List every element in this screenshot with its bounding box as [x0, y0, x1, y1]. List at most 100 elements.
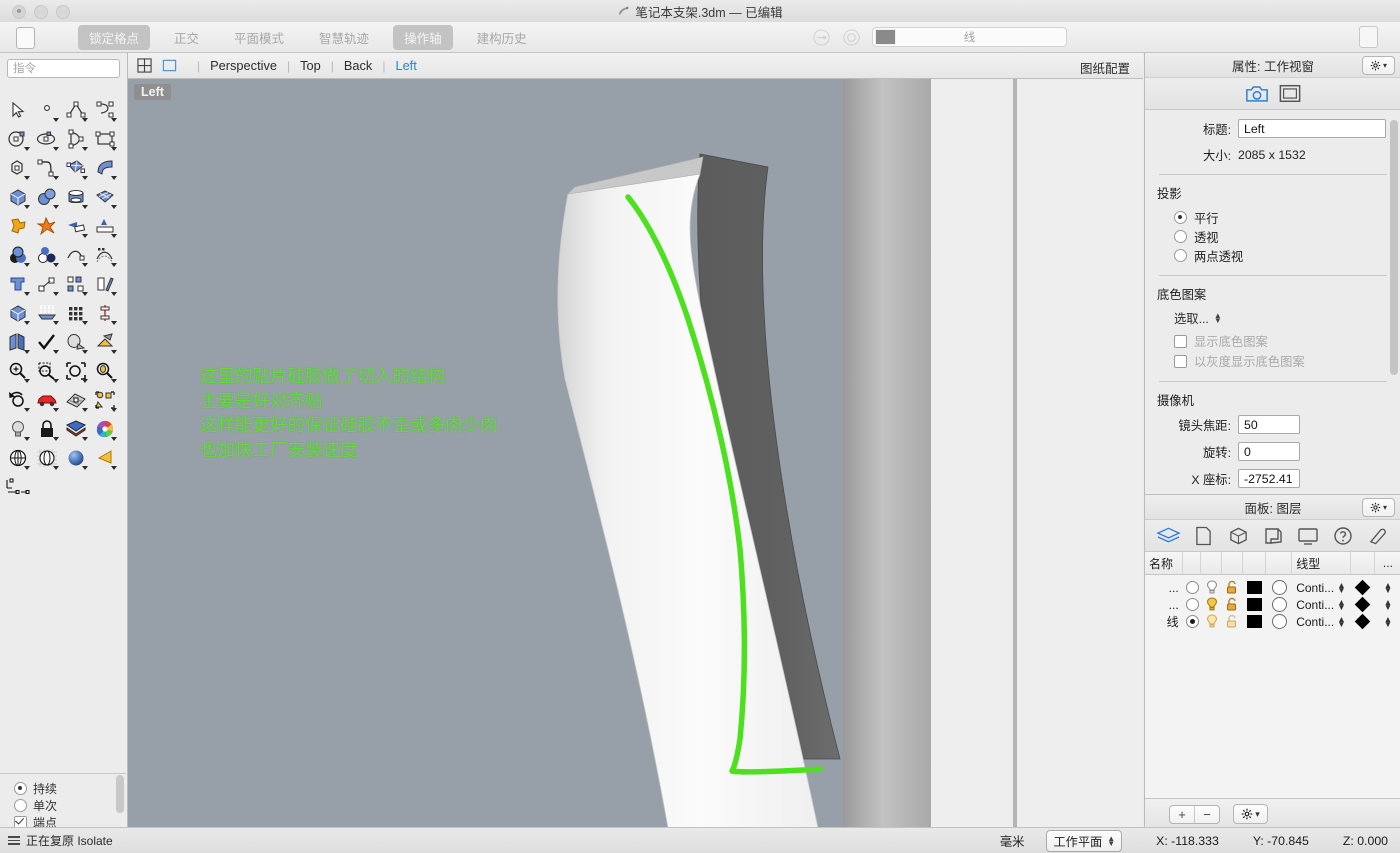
chevron-updown-icon[interactable]: ▲▼	[1214, 313, 1222, 323]
tool-extend-curve[interactable]	[61, 240, 90, 269]
flyout-arrow-icon[interactable]	[82, 205, 88, 209]
tab-top[interactable]: Top	[300, 58, 321, 73]
mode-grid-snap[interactable]: 锁定格点	[78, 25, 150, 50]
layers-gear-button[interactable]: ▾	[1362, 498, 1395, 517]
flyout-arrow-icon[interactable]	[53, 379, 59, 383]
tool-array-grid[interactable]	[61, 298, 90, 327]
tool-material[interactable]	[61, 414, 90, 443]
flyout-arrow-icon[interactable]	[111, 379, 117, 383]
page-icon[interactable]	[1191, 525, 1216, 547]
tool-polyline[interactable]	[61, 95, 90, 124]
tool-boolean-union[interactable]	[3, 240, 32, 269]
tool-surface-from-points[interactable]	[61, 153, 90, 182]
flyout-arrow-icon[interactable]	[53, 408, 59, 412]
layer-print-stepper[interactable]: ▲▼	[1375, 613, 1400, 630]
flyout-arrow-icon[interactable]	[53, 292, 59, 296]
tool-polygon[interactable]	[3, 153, 32, 182]
layer-material-icon[interactable]	[1266, 579, 1292, 596]
wallpaper-select[interactable]: 选取... ▲▼	[1145, 309, 1222, 327]
layer-material-icon[interactable]	[1266, 596, 1292, 613]
layer-linetype[interactable]: Conti... ▲▼	[1292, 596, 1350, 613]
tool-zoom-window[interactable]	[32, 356, 61, 385]
chevron-updown-icon[interactable]: ▲▼	[1337, 617, 1345, 627]
tool-cplane[interactable]	[61, 385, 90, 414]
layer-color-swatch[interactable]	[1243, 579, 1266, 596]
camera-icon[interactable]	[1244, 83, 1269, 105]
wallpaper-show-check[interactable]: 显示底色图案	[1145, 331, 1400, 351]
parallel-radio[interactable]	[1174, 211, 1187, 224]
tool-copy[interactable]	[61, 269, 90, 298]
tool-car-view[interactable]	[32, 385, 61, 414]
tool-arc[interactable]	[61, 124, 90, 153]
flyout-arrow-icon[interactable]	[111, 350, 117, 354]
current-layer-field[interactable]: 线	[872, 27, 1067, 47]
flyout-arrow-icon[interactable]	[53, 147, 59, 151]
tool-dimension[interactable]	[3, 472, 32, 501]
perspective-radio[interactable]	[1174, 230, 1187, 243]
option-single[interactable]: 单次	[14, 797, 126, 814]
table-row[interactable]: ... Conti... ▲▼ ▲▼	[1145, 596, 1400, 613]
tool-rotate[interactable]	[90, 269, 119, 298]
lens-length-input[interactable]: 50	[1238, 415, 1300, 434]
current-layer-radio[interactable]	[1183, 579, 1202, 596]
layer-lock-icon[interactable]	[1222, 613, 1243, 630]
tool-zoom-previous[interactable]	[3, 385, 32, 414]
tool-camera-cone[interactable]	[90, 443, 119, 472]
flyout-arrow-icon[interactable]	[82, 437, 88, 441]
table-row[interactable]: ... Conti... ▲▼ ▲▼	[1145, 579, 1400, 596]
projection-parallel[interactable]: 平行	[1145, 208, 1400, 227]
properties-gear-button[interactable]: ▾	[1362, 56, 1395, 75]
tool-ellipse[interactable]	[32, 124, 61, 153]
layer-color-swatch[interactable]	[1243, 596, 1266, 613]
tool-text[interactable]	[3, 269, 32, 298]
layers-options-button[interactable]: ▾	[1233, 804, 1268, 824]
flyout-arrow-icon[interactable]	[53, 263, 59, 267]
current-layer-radio[interactable]	[1183, 613, 1202, 630]
four-viewport-icon[interactable]	[137, 58, 152, 73]
flyout-arrow-icon[interactable]	[111, 234, 117, 238]
tool-shade[interactable]	[61, 327, 90, 356]
cplane-selector[interactable]: 工作平面 ▲▼	[1046, 830, 1122, 852]
flyout-arrow-icon[interactable]	[53, 176, 59, 180]
flyout-arrow-icon[interactable]	[24, 408, 30, 412]
tool-color-wheel[interactable]	[90, 414, 119, 443]
tool-zoom-extents[interactable]	[61, 356, 90, 385]
named-view-icon[interactable]	[1261, 525, 1286, 547]
layers-icon[interactable]	[1156, 525, 1181, 547]
flyout-arrow-icon[interactable]	[111, 118, 117, 122]
tool-lock[interactable]	[32, 414, 61, 443]
remove-layer-button[interactable]: −	[1194, 806, 1219, 823]
tool-point[interactable]	[32, 95, 61, 124]
layer-linetype[interactable]: Conti... ▲▼	[1292, 613, 1350, 630]
show-wallpaper-checkbox[interactable]	[1174, 335, 1187, 348]
layer-print-stepper[interactable]: ▲▼	[1375, 596, 1400, 613]
tool-offset-curve[interactable]	[90, 240, 119, 269]
tool-select-objects[interactable]	[90, 385, 119, 414]
flyout-arrow-icon[interactable]	[53, 466, 59, 470]
layer-visibility-icon[interactable]	[1201, 596, 1222, 613]
layer-arrow-icon[interactable]	[812, 28, 831, 47]
flyout-arrow-icon[interactable]	[82, 408, 88, 412]
flyout-arrow-icon[interactable]	[82, 350, 88, 354]
layer-lock-icon[interactable]	[1222, 596, 1243, 613]
layer-print-stepper[interactable]: ▲▼	[1375, 579, 1400, 596]
flyout-arrow-icon[interactable]	[111, 437, 117, 441]
projection-perspective[interactable]: 透视	[1145, 227, 1400, 246]
tool-box[interactable]	[3, 182, 32, 211]
tool-cylinder[interactable]	[61, 182, 90, 211]
tool-display-rendered[interactable]	[61, 443, 90, 472]
flyout-arrow-icon[interactable]	[82, 118, 88, 122]
flyout-arrow-icon[interactable]	[82, 321, 88, 325]
flyout-arrow-icon[interactable]	[82, 176, 88, 180]
cube-icon[interactable]	[1226, 525, 1251, 547]
wallpaper-gray-check[interactable]: 以灰度显示底色图案	[1145, 351, 1400, 371]
flyout-arrow-icon[interactable]	[111, 466, 117, 470]
layer-color-swatch[interactable]	[1243, 613, 1266, 630]
layer-material-icon[interactable]	[1266, 613, 1292, 630]
tool-array-polar[interactable]	[90, 298, 119, 327]
layer-lock-icon[interactable]	[1222, 579, 1243, 596]
flyout-arrow-icon[interactable]	[24, 466, 30, 470]
tool-sphere[interactable]	[32, 182, 61, 211]
tool-trim[interactable]	[90, 211, 119, 240]
menu-icon[interactable]	[8, 836, 20, 844]
